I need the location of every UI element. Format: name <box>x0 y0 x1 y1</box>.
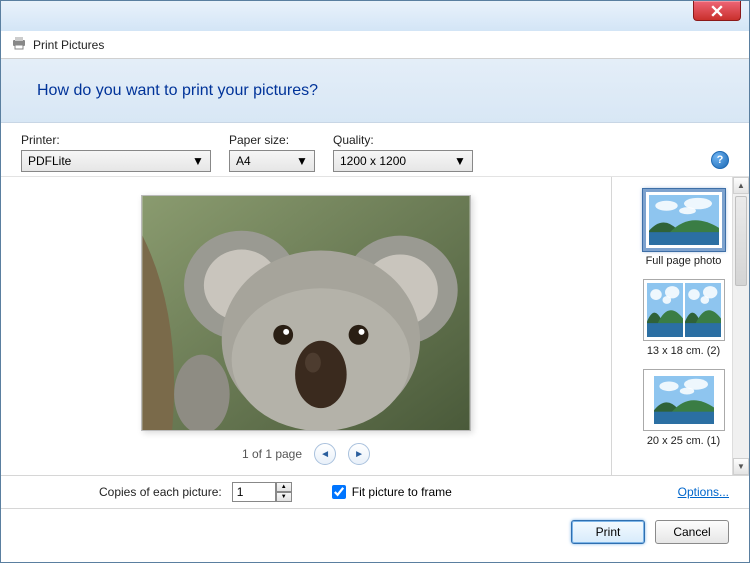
layout-option-20x25[interactable]: 20 x 25 cm. (1) <box>618 363 749 453</box>
prev-page-button[interactable]: ◄ <box>314 443 336 465</box>
fit-checkbox-input[interactable] <box>332 485 346 499</box>
layout-option-13x18[interactable]: 13 x 18 cm. (2) <box>618 273 749 363</box>
banner: How do you want to print your pictures? <box>1 59 749 123</box>
layout-option-full-page[interactable]: Full page photo <box>618 183 749 273</box>
prompt-text: How do you want to print your pictures? <box>37 82 318 100</box>
layout-scrollbar[interactable]: ▲ ▼ <box>732 177 749 475</box>
main-area: 1 of 1 page ◄ ► Full page photo 13 x 18 … <box>1 177 749 475</box>
close-button[interactable] <box>693 1 741 21</box>
pager: 1 of 1 page ◄ ► <box>242 443 370 465</box>
layout-list: Full page photo 13 x 18 cm. (2) 20 x 25 … <box>611 177 749 475</box>
quality-label: Quality: <box>333 133 473 147</box>
print-pictures-dialog: Print Pictures How do you want to print … <box>0 0 750 563</box>
printer-label: Printer: <box>21 133 211 147</box>
preview-pane: 1 of 1 page ◄ ► <box>1 177 611 475</box>
preview-image <box>141 195 471 431</box>
printer-icon <box>11 35 27 54</box>
copies-up-button[interactable]: ▲ <box>276 482 292 492</box>
options-link[interactable]: Options... <box>678 485 729 499</box>
quality-select[interactable]: 1200 x 1200 ▼ <box>333 150 473 172</box>
help-icon[interactable]: ? <box>711 151 729 169</box>
printer-select[interactable]: PDFLite ▼ <box>21 150 211 172</box>
next-page-button[interactable]: ► <box>348 443 370 465</box>
scroll-up-button[interactable]: ▲ <box>733 177 749 194</box>
window-title: Print Pictures <box>33 38 104 52</box>
paper-size-label: Paper size: <box>229 133 315 147</box>
print-button[interactable]: Print <box>571 520 645 544</box>
scroll-down-button[interactable]: ▼ <box>733 458 749 475</box>
options-row: Copies of each picture: ▲ ▼ Fit picture … <box>1 475 749 509</box>
copies-label: Copies of each picture: <box>99 485 222 499</box>
page-status: 1 of 1 page <box>242 447 302 461</box>
chevron-down-icon: ▼ <box>452 154 468 168</box>
header: Print Pictures <box>1 31 749 59</box>
chevron-down-icon: ▼ <box>294 154 310 168</box>
fit-to-frame-checkbox[interactable]: Fit picture to frame <box>332 485 452 499</box>
scroll-thumb[interactable] <box>735 196 747 286</box>
paper-size-select[interactable]: A4 ▼ <box>229 150 315 172</box>
cancel-button[interactable]: Cancel <box>655 520 729 544</box>
titlebar <box>1 1 749 31</box>
chevron-down-icon: ▼ <box>190 154 206 168</box>
copies-down-button[interactable]: ▼ <box>276 492 292 502</box>
copies-spinner[interactable]: ▲ ▼ <box>232 482 292 502</box>
copies-input[interactable] <box>232 482 276 502</box>
print-controls: Printer: PDFLite ▼ Paper size: A4 ▼ Qual… <box>1 123 749 177</box>
footer: Print Cancel <box>1 509 749 555</box>
